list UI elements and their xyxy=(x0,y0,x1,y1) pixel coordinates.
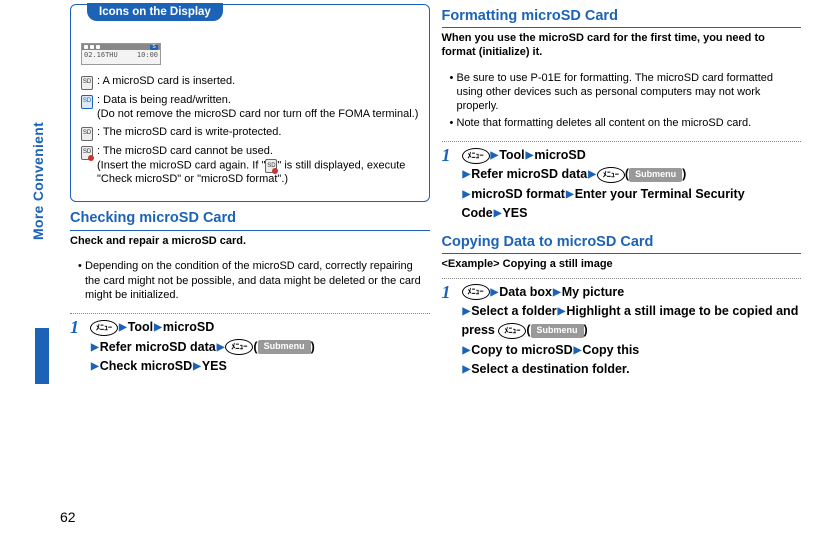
arrow-icon: ▶ xyxy=(558,306,566,317)
menu-button-icon: ﾒﾆｭｰ xyxy=(462,284,490,300)
arrow-icon: ▶ xyxy=(463,364,471,375)
box-title: Icons on the Display xyxy=(87,3,223,21)
right-column: Formatting microSD Card When you use the… xyxy=(442,4,802,380)
menu-button-icon: ﾒﾆｭｰ xyxy=(597,167,625,183)
arrow-icon: ▶ xyxy=(463,169,471,180)
page-number: 62 xyxy=(60,509,76,525)
arrow-icon: ▶ xyxy=(553,287,561,298)
arrow-icon: ▶ xyxy=(154,322,162,333)
step-body: ﾒﾆｭｰ▶Tool▶microSD ▶Refer microSD data▶ﾒﾆ… xyxy=(90,318,315,376)
arrow-icon: ▶ xyxy=(193,361,201,372)
arrow-icon: ▶ xyxy=(526,150,534,161)
arrow-icon: ▶ xyxy=(217,342,225,353)
icon-list: SD : A microSD card is inserted. SD : Da… xyxy=(81,75,419,187)
section-title: Formatting microSD Card xyxy=(442,8,802,28)
arrow-icon: ▶ xyxy=(91,361,99,372)
step-body: ﾒﾆｭｰ▶Tool▶microSD ▶Refer microSD data▶ﾒﾆ… xyxy=(462,146,802,224)
bullet: Note that formatting deletes all content… xyxy=(450,116,802,130)
menu-button-icon: ﾒﾆｭｰ xyxy=(225,339,253,355)
divider xyxy=(442,141,802,142)
side-tab-mark xyxy=(35,328,49,384)
step-number: 1 xyxy=(442,146,456,164)
divider xyxy=(442,278,802,279)
sd-icon: SD xyxy=(81,146,93,160)
side-tab-label: More Convenient xyxy=(30,122,46,240)
arrow-icon: ▶ xyxy=(574,345,582,356)
step-body: ﾒﾆｭｰ▶Data box▶My picture ▶Select a folde… xyxy=(462,283,802,380)
bullet: Be sure to use P-01E for formatting. The… xyxy=(450,71,802,114)
arrow-icon: ▶ xyxy=(566,189,574,200)
icon-desc: The microSD card cannot be used. xyxy=(103,145,273,157)
sd-icon: SD xyxy=(81,95,93,109)
menu-button-icon: ﾒﾆｭｰ xyxy=(462,148,490,164)
submenu-badge: Submenu xyxy=(531,324,584,338)
arrow-icon: ▶ xyxy=(463,189,471,200)
icon-desc: Data is being read/written. xyxy=(103,94,231,106)
icon-desc: A microSD card is inserted. xyxy=(103,75,236,87)
section-title: Copying Data to microSD Card xyxy=(442,234,802,254)
step: 1 ﾒﾆｭｰ▶Tool▶microSD ▶Refer microSD data▶… xyxy=(70,318,430,376)
lcd-mock: S 02.16THU10:00 xyxy=(81,43,161,65)
arrow-icon: ▶ xyxy=(91,342,99,353)
bullet-list: Be sure to use P-01E for formatting. The… xyxy=(442,71,802,130)
icons-on-display-box: Icons on the Display S 02.16THU10:00 SD … xyxy=(70,4,430,202)
icon-note: (Do not remove the microSD card nor turn… xyxy=(97,108,418,120)
arrow-icon: ▶ xyxy=(463,306,471,317)
icon-desc: The microSD card is write-protected. xyxy=(103,126,282,138)
submenu-badge: Submenu xyxy=(629,168,682,182)
menu-button-icon: ﾒﾆｭｰ xyxy=(90,320,118,336)
step: 1 ﾒﾆｭｰ▶Data box▶My picture ▶Select a fol… xyxy=(442,283,802,380)
arrow-icon: ▶ xyxy=(494,208,502,219)
arrow-icon: ▶ xyxy=(588,169,596,180)
sd-icon: SD xyxy=(81,76,93,90)
bullet: Depending on the condition of the microS… xyxy=(78,259,430,302)
section-lead: When you use the microSD card for the fi… xyxy=(442,32,802,60)
bullet-list: Depending on the condition of the microS… xyxy=(70,259,430,302)
divider xyxy=(70,313,430,314)
sd-icon-inline: SD xyxy=(265,159,277,173)
menu-button-icon: ﾒﾆｭｰ xyxy=(498,323,526,339)
sd-icon: SD xyxy=(81,127,93,141)
left-column: Icons on the Display S 02.16THU10:00 SD … xyxy=(70,4,430,380)
section-lead: Check and repair a microSD card. xyxy=(70,235,430,249)
arrow-icon: ▶ xyxy=(491,150,499,161)
section-title: Checking microSD Card xyxy=(70,210,430,230)
step-number: 1 xyxy=(442,283,456,301)
step: 1 ﾒﾆｭｰ▶Tool▶microSD ▶Refer microSD data▶… xyxy=(442,146,802,224)
submenu-badge: Submenu xyxy=(258,340,311,354)
arrow-icon: ▶ xyxy=(491,287,499,298)
section-lead: <Example> Copying a still image xyxy=(442,258,802,272)
step-number: 1 xyxy=(70,318,84,336)
arrow-icon: ▶ xyxy=(119,322,127,333)
arrow-icon: ▶ xyxy=(463,345,471,356)
